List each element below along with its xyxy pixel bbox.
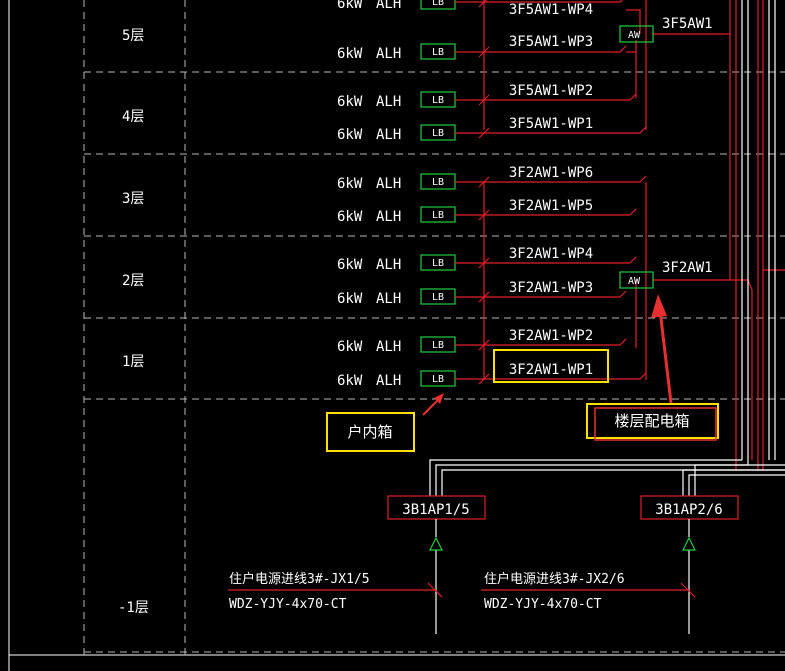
load-type: ALH (376, 209, 401, 225)
feeder-label-lower: 3F2AW1 (662, 260, 713, 276)
load-power: 6kW (337, 257, 363, 273)
lb-box-label: LB (432, 177, 444, 188)
load-power: 6kW (337, 46, 363, 62)
lb-box-label: LB (432, 258, 444, 269)
circuit-label: 3F5AW1-WP4 (509, 2, 593, 18)
load-type: ALH (376, 0, 401, 12)
panel-2-name: 3B1AP2/6 (655, 502, 722, 518)
circuit-label: 3F2AW1-WP5 (509, 198, 593, 214)
circuit-label: 3F2AW1-WP1 (509, 362, 593, 378)
load-type: ALH (376, 46, 401, 62)
panel-2-cable: WDZ-YJY-4x70-CT (484, 597, 602, 612)
load-type: ALH (376, 127, 401, 143)
lb-box-label: LB (432, 128, 444, 139)
callout-floor-box-text: 楼层配电箱 (614, 412, 689, 430)
lb-box-label: LB (432, 210, 444, 221)
circuit-label: 3F5AW1-WP1 (509, 116, 593, 132)
panel-1-name: 3B1AP1/5 (402, 502, 469, 518)
circuit-label: 3F2AW1-WP3 (509, 280, 593, 296)
load-power: 6kW (337, 176, 363, 192)
load-type: ALH (376, 176, 401, 192)
feeder-label-upper: 3F5AW1 (662, 16, 713, 32)
aw-box-lower-label: AW (628, 276, 641, 287)
panel-2-feeder-label: 住户电源进线3#-JX2/6 (484, 571, 625, 587)
load-type: ALH (376, 291, 401, 307)
aw-box-upper-label: AW (628, 30, 641, 41)
load-type: ALH (376, 257, 401, 273)
load-power: 6kW (337, 127, 363, 143)
lb-box-label: LB (432, 47, 444, 58)
lb-box-label: LB (432, 0, 444, 8)
distribution-diagram: 5层 4层 3层 2层 1层 -1层 6kW ALH LB 3F5AW1-WP4 6kW… (0, 0, 785, 671)
lb-box-label: LB (432, 340, 444, 351)
circuit-label: 3F5AW1-WP3 (509, 34, 593, 50)
floor-label-2: 2层 (122, 273, 144, 289)
load-power: 6kW (337, 0, 363, 12)
load-type: ALH (376, 373, 401, 389)
load-type: ALH (376, 94, 401, 110)
floor-label-3: 3层 (122, 191, 144, 207)
floor-label-1: 1层 (122, 354, 144, 370)
load-type: ALH (376, 339, 401, 355)
lb-box-label: LB (432, 374, 444, 385)
lb-box-label: LB (432, 292, 444, 303)
load-power: 6kW (337, 209, 363, 225)
callout-household-box-text: 户内箱 (347, 423, 392, 441)
circuit-label: 3F2AW1-WP2 (509, 328, 593, 344)
floor-label-5: 5层 (122, 28, 144, 44)
circuit-label: 3F2AW1-WP6 (509, 165, 593, 181)
circuit-label: 3F2AW1-WP4 (509, 246, 593, 262)
lb-box-label: LB (432, 95, 444, 106)
floor-label-4: 4层 (122, 109, 144, 125)
floor-label-b1: -1层 (118, 600, 149, 616)
load-power: 6kW (337, 339, 363, 355)
load-power: 6kW (337, 94, 363, 110)
panel-1-cable: WDZ-YJY-4x70-CT (229, 597, 347, 612)
load-power: 6kW (337, 291, 363, 307)
circuit-label: 3F5AW1-WP2 (509, 83, 593, 99)
load-power: 6kW (337, 373, 363, 389)
panel-1-feeder-label: 住户电源进线3#-JX1/5 (229, 571, 370, 587)
